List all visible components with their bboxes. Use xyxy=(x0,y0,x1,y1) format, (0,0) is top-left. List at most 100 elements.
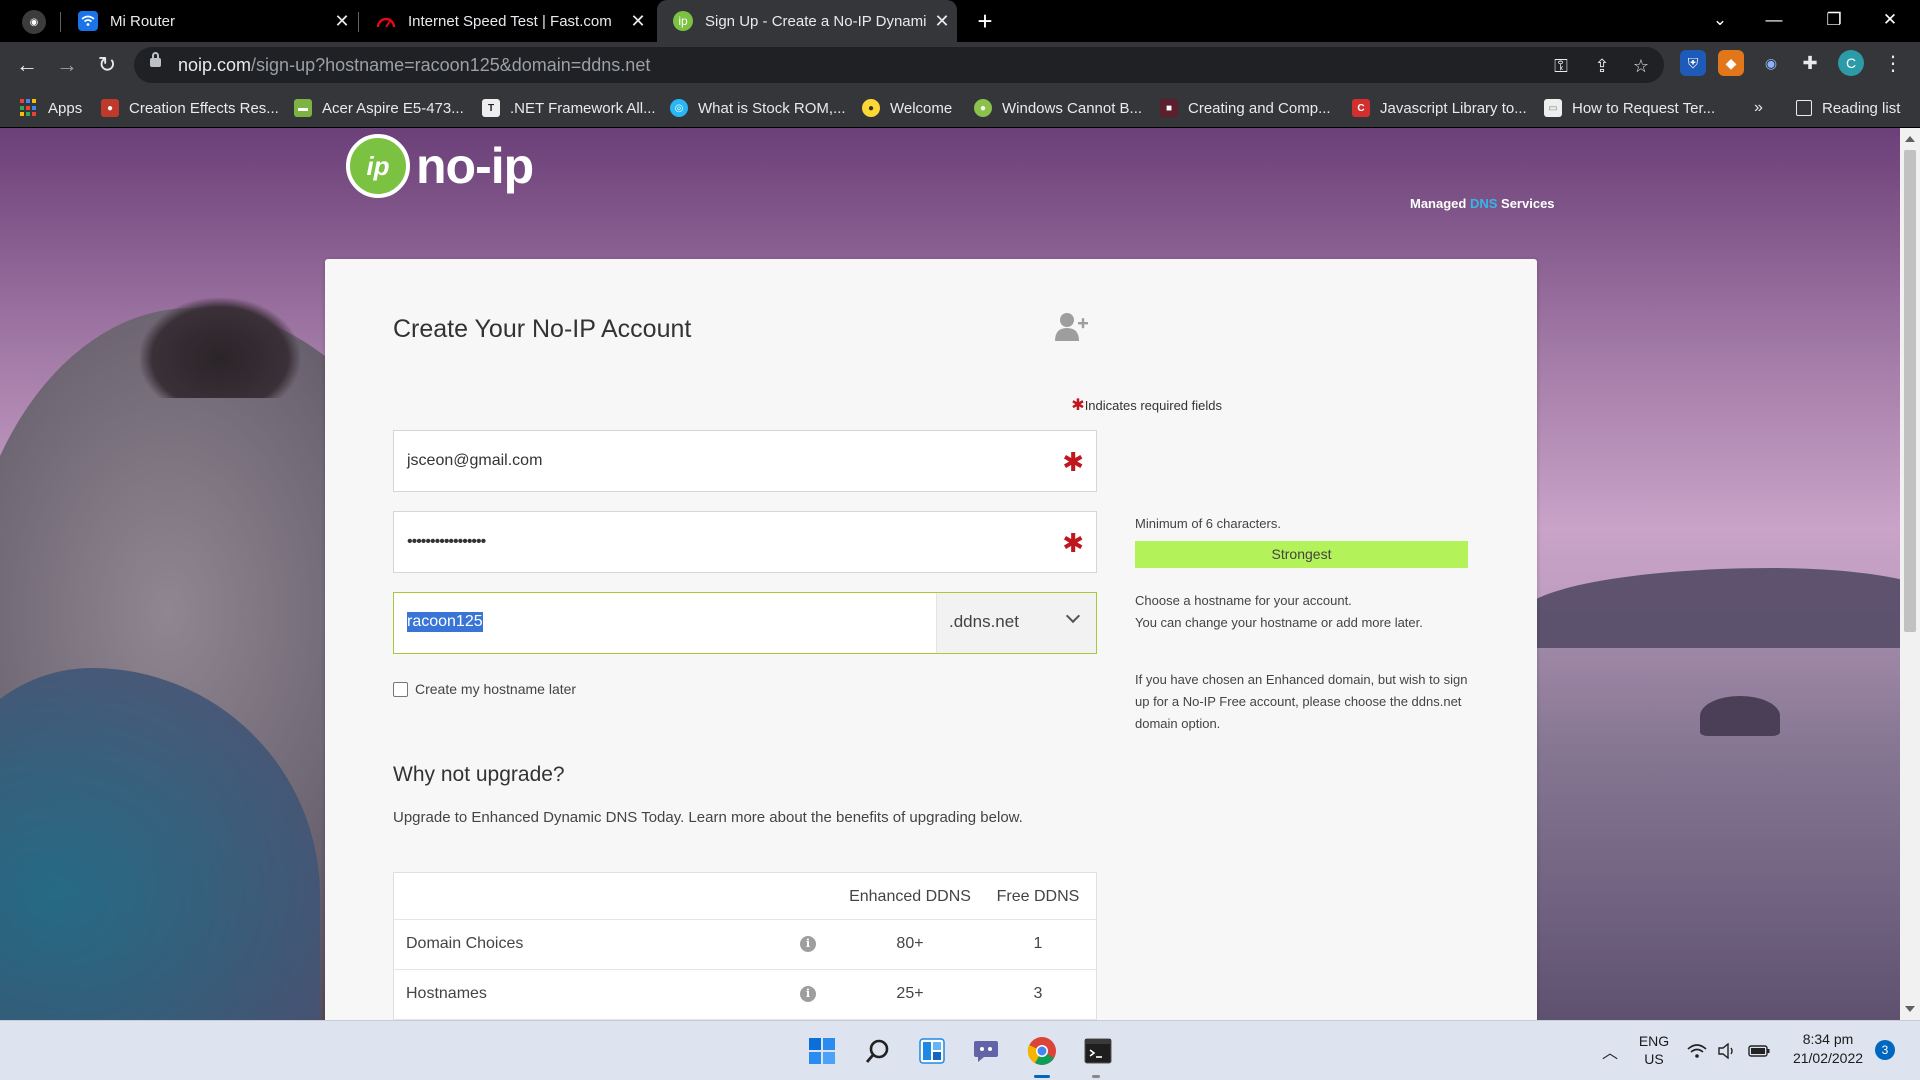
running-app-indicator xyxy=(1092,1075,1100,1078)
bookmark-item[interactable]: ▬ Acer Aspire E5-473... xyxy=(294,96,464,120)
tab-close-icon[interactable]: ✕ xyxy=(327,11,357,32)
language-indicator[interactable]: ENG US xyxy=(1634,1033,1674,1067)
tab-close-icon[interactable]: ✕ xyxy=(927,11,957,32)
logo-mark-text: ip xyxy=(366,150,390,181)
domain-select[interactable]: .ddns.net xyxy=(936,593,1096,653)
tab-strip: ◉ Mi Router ✕ Internet Speed Test | Fast… xyxy=(0,0,1920,42)
url-host: noip.com xyxy=(178,55,252,75)
password-hint: Minimum of 6 characters. xyxy=(1135,516,1281,531)
bookmark-item[interactable]: T .NET Framework All... xyxy=(482,96,656,120)
chrome-icon[interactable] xyxy=(1024,1033,1060,1069)
noip-logo[interactable]: ip no-ip xyxy=(346,134,534,198)
forward-button[interactable]: → xyxy=(52,50,82,80)
bookmark-label: Javascript Library to... xyxy=(1380,99,1527,117)
bookmark-item[interactable]: ● Welcome xyxy=(862,96,952,120)
kebab-menu-icon[interactable]: ⋮ xyxy=(1880,50,1906,76)
bookmark-item[interactable]: ● Creation Effects Res... xyxy=(101,96,279,120)
widgets-icon[interactable] xyxy=(914,1033,950,1069)
bookmark-favicon-icon: ■ xyxy=(1160,99,1178,117)
metamask-extension-icon[interactable]: ◆ xyxy=(1718,50,1744,76)
tab-separator xyxy=(358,12,359,32)
bookmark-item[interactable]: ▭ How to Request Ter... xyxy=(1544,96,1715,120)
terminal-icon[interactable] xyxy=(1080,1033,1116,1069)
url-text[interactable]: noip.com/sign-up?hostname=racoon125&doma… xyxy=(178,55,650,76)
url-path: /sign-up?hostname=racoon125&domain=ddns.… xyxy=(251,55,651,75)
checkbox-label: Create my hostname later xyxy=(415,681,577,697)
bitwarden-extension-icon[interactable]: ⛨ xyxy=(1680,50,1706,76)
search-icon[interactable] xyxy=(860,1033,896,1069)
feature-label: Domain Choices xyxy=(406,935,524,952)
bookmark-item[interactable]: ■ Creating and Comp... xyxy=(1160,96,1331,120)
tab-close-icon[interactable]: ✕ xyxy=(623,11,653,32)
info-icon[interactable]: i xyxy=(800,986,816,1002)
lock-icon[interactable] xyxy=(150,52,161,67)
create-hostname-later-checkbox[interactable] xyxy=(393,681,408,697)
battery-icon[interactable] xyxy=(1744,1033,1774,1069)
bookmark-star-icon[interactable]: ☆ xyxy=(1628,53,1654,79)
tab-separator xyxy=(60,12,61,32)
minimize-button[interactable]: — xyxy=(1748,0,1800,42)
page-scrollbar[interactable] xyxy=(1900,128,1920,1020)
notification-badge[interactable]: 3 xyxy=(1875,1040,1895,1060)
address-bar[interactable]: noip.com/sign-up?hostname=racoon125&doma… xyxy=(134,47,1664,83)
bookmark-item[interactable]: ◎ What is Stock ROM,... xyxy=(670,96,846,120)
bookmark-favicon-icon: C xyxy=(1352,99,1370,117)
reading-list-icon xyxy=(1796,100,1812,116)
tab-search-chevron-icon[interactable]: ⌄ xyxy=(1694,0,1746,42)
bookmark-favicon-icon: ● xyxy=(101,99,119,117)
bookmark-favicon-icon: ● xyxy=(974,99,992,117)
active-app-indicator xyxy=(1034,1075,1050,1078)
teams-chat-icon[interactable] xyxy=(968,1033,1004,1069)
region-code: US xyxy=(1644,1051,1664,1067)
column-header: Enhanced DDNS xyxy=(849,888,971,905)
add-user-icon xyxy=(1055,313,1088,341)
clock[interactable]: 8:34 pm 21/02/2022 xyxy=(1780,1031,1876,1066)
chevron-up-icon[interactable]: ︿ xyxy=(1592,1033,1628,1069)
chevron-down-icon xyxy=(1065,608,1081,624)
column-header: Free DDNS xyxy=(996,888,1080,905)
bookmark-favicon-icon: ▭ xyxy=(1544,99,1562,117)
password-strength-meter: Strongest xyxy=(1135,541,1468,568)
feature-label: Hostnames xyxy=(406,985,487,1002)
bookmark-item[interactable]: C Javascript Library to... xyxy=(1352,96,1527,120)
reload-button[interactable]: ↻ xyxy=(92,50,122,80)
tab-fast-com[interactable]: Internet Speed Test | Fast.com ✕ xyxy=(360,0,653,42)
scroll-up-icon[interactable] xyxy=(1905,136,1915,142)
back-button[interactable]: ← xyxy=(12,50,42,80)
page-viewport: ip no-ip Managed DNS Services Create You… xyxy=(0,128,1900,1020)
bookmark-item[interactable]: ● Windows Cannot B... xyxy=(974,96,1142,120)
password-field[interactable]: ••••••••••••••••• ✱ xyxy=(393,511,1097,573)
bookmarks-overflow-button[interactable]: » xyxy=(1754,96,1763,120)
eye-extension-icon[interactable]: ◉ xyxy=(1758,50,1784,76)
tab-noip-signup[interactable]: ip Sign Up - Create a No-IP Dynami ✕ xyxy=(657,0,957,42)
share-icon[interactable]: ⇪ xyxy=(1589,53,1615,79)
profile-avatar[interactable]: C xyxy=(1838,50,1864,76)
tab-mi-router[interactable]: Mi Router ✕ xyxy=(62,0,357,42)
apps-grid-icon xyxy=(20,99,38,117)
language-code: ENG xyxy=(1638,1033,1670,1049)
volume-icon[interactable] xyxy=(1712,1033,1742,1069)
background-stone xyxy=(1700,696,1780,736)
tab-search-icon[interactable]: ◉ xyxy=(22,10,46,34)
scroll-down-icon[interactable] xyxy=(1905,1006,1915,1012)
logo-wordmark: no-ip xyxy=(416,138,534,194)
restore-button[interactable]: ❐ xyxy=(1808,0,1860,42)
key-icon[interactable]: ⚿ xyxy=(1548,53,1574,79)
reading-list-button[interactable]: Reading list xyxy=(1796,96,1900,120)
info-icon[interactable]: i xyxy=(800,936,816,952)
comparison-table: Enhanced DDNS Free DDNS Domain Choices i… xyxy=(393,872,1097,1020)
site-tagline: Managed DNS Services xyxy=(1410,196,1555,211)
wifi-icon[interactable] xyxy=(1682,1033,1712,1069)
new-tab-button[interactable]: + xyxy=(970,6,1000,36)
create-hostname-later-row[interactable]: Create my hostname later xyxy=(393,681,576,697)
windows-start-icon[interactable] xyxy=(804,1033,840,1069)
password-value: ••••••••••••••••• xyxy=(407,533,486,550)
bookmark-label: Acer Aspire E5-473... xyxy=(322,99,464,117)
email-field[interactable]: jsceon@gmail.com ✱ xyxy=(393,430,1097,492)
bookmark-apps[interactable]: Apps xyxy=(20,96,82,120)
bookmark-favicon-icon: T xyxy=(482,99,500,117)
hostname-field[interactable]: racoon125 .ddns.net xyxy=(393,592,1097,654)
scrollbar-thumb[interactable] xyxy=(1904,150,1916,632)
close-window-button[interactable]: ✕ xyxy=(1864,0,1916,42)
extensions-puzzle-icon[interactable]: ✚ xyxy=(1797,50,1823,76)
